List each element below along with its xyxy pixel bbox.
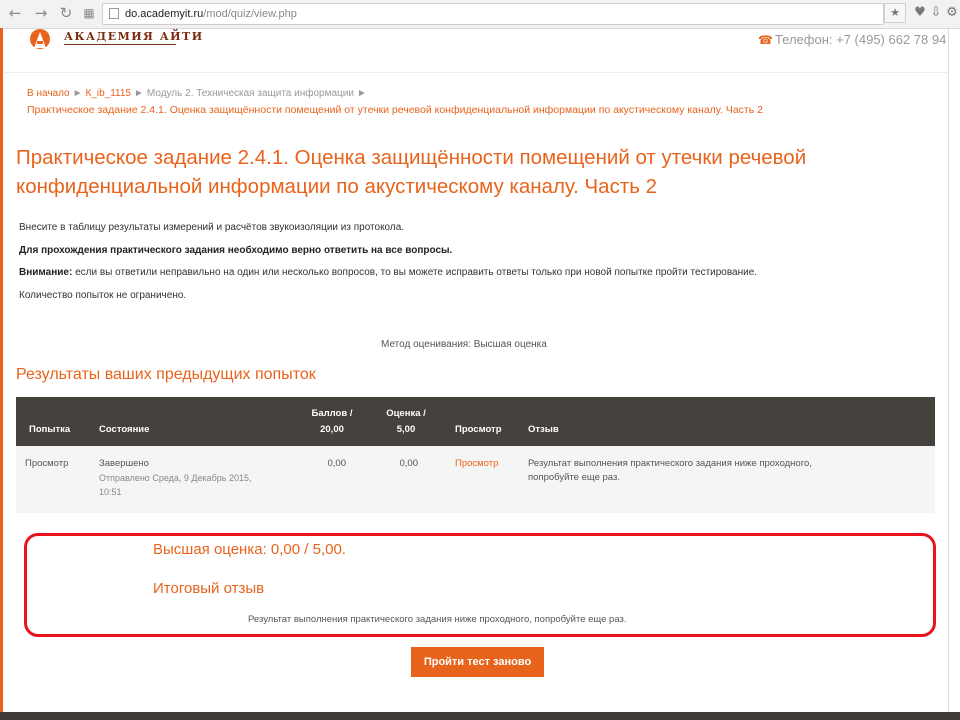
marks-header-line-2: 20,00 (320, 424, 344, 435)
back-arrow-icon[interactable]: ← (6, 4, 24, 22)
cell-attempt: Просмотр (25, 458, 69, 469)
academy-logo-text[interactable]: АКАДЕМИЯ АЙТИ (64, 30, 204, 43)
review-link[interactable]: Просмотр (455, 457, 498, 471)
column-header-state: Состояние (99, 424, 150, 435)
heart-icon[interactable]: ♥ (912, 5, 928, 21)
logo-underline (64, 44, 176, 45)
right-border (948, 28, 949, 720)
apps-grid-icon[interactable]: ▦ (80, 4, 98, 22)
breadcrumb-course[interactable]: К_ib_1115 (86, 88, 132, 99)
breadcrumb-separator: ► (72, 88, 83, 99)
warning-text: если вы ответили неправильно на один или… (72, 267, 758, 278)
left-accent-border (0, 28, 3, 720)
column-header-feedback: Отзыв (528, 424, 559, 435)
cell-feedback: Результат выполнения практического задан… (528, 457, 868, 485)
feedback-line-2: попробуйте еще раз. (528, 472, 620, 483)
column-header-attempt: Попытка (29, 424, 71, 435)
phone-text: Телефон: +7 (495) 662 78 94 (774, 32, 947, 47)
grade-header-line-1: Оценка / (386, 408, 426, 419)
page-title-line-1: Практическое задание 2.4.1. Оценка защищ… (16, 146, 807, 169)
page-icon (109, 8, 119, 19)
column-header-marks: Баллов / 20,00 (302, 406, 362, 438)
intro-warning: Внимание: если вы ответили неправильно н… (19, 267, 757, 278)
results-heading: Результаты ваших предыдущих попыток (16, 366, 316, 383)
bookmark-star-icon[interactable]: ★ (884, 3, 906, 23)
attempts-table: Попытка Состояние Баллов / 20,00 Оценка /… (16, 397, 935, 513)
phone-contact: ☎ Телефон: +7 (495) 662 78 94 (758, 32, 946, 47)
cell-submitted: Отправлено Среда, 9 Декабрь 2015, 10:51 (99, 471, 252, 499)
submitted-line-2: 10:51 (99, 487, 122, 497)
page-title: Практическое задание 2.4.1. Оценка защищ… (16, 143, 936, 201)
grading-method: Метод оценивания: Высшая оценка (381, 339, 547, 350)
column-header-grade: Оценка / 5,00 (376, 406, 436, 438)
url-path: /mod/quiz/view.php (203, 8, 297, 20)
url-host: do.academyit.ru (125, 8, 204, 20)
breadcrumb-module[interactable]: Модуль 2. Техническая защита информации (147, 88, 354, 99)
breadcrumb-current[interactable]: Практическое задание 2.4.1. Оценка защищ… (27, 104, 763, 116)
page-title-line-2: конфиденциальной информации по акустичес… (16, 175, 657, 198)
address-url: do.academyit.ru/mod/quiz/view.php (125, 4, 297, 24)
overall-feedback-title: Итоговый отзыв (153, 580, 265, 597)
overall-feedback-text: Результат выполнения практического задан… (248, 614, 627, 625)
browser-toolbar: ← → ↻ ▦ do.academyit.ru/mod/quiz/view.ph… (0, 0, 960, 29)
breadcrumb: В начало ► К_ib_1115 ► Модуль 2. Техническая… (27, 88, 370, 99)
intro-requirement: Для прохождения практического задания не… (19, 245, 453, 256)
table-row: Просмотр Завершено Отправлено Среда, 9 Д… (16, 446, 935, 513)
retry-quiz-button[interactable]: Пройти тест заново (411, 647, 544, 677)
warning-label: Внимание: (19, 267, 73, 278)
phone-icon: ☎ (758, 33, 773, 47)
breadcrumb-separator: ► (356, 88, 367, 99)
intro-instruction: Внесите в таблицу результаты измерений и… (19, 222, 405, 233)
forward-arrow-icon[interactable]: → (32, 4, 50, 22)
intro-attempts: Количество попыток не ограничено. (19, 290, 187, 301)
cell-marks: 0,00 (327, 458, 347, 469)
reload-icon[interactable]: ↻ (57, 4, 75, 22)
download-icon[interactable]: ⇩ (928, 5, 944, 21)
settings-icon[interactable]: ⚙ (944, 5, 960, 21)
cell-grade: 0,00 (399, 458, 419, 469)
grade-header-line-2: 5,00 (396, 424, 416, 435)
table-header: Попытка Состояние Баллов / 20,00 Оценка /… (16, 397, 935, 446)
feedback-line-1: Результат выполнения практического задан… (528, 458, 812, 469)
cell-state: Завершено (99, 458, 149, 469)
footer-bar (0, 712, 960, 720)
breadcrumb-home[interactable]: В начало (27, 88, 70, 99)
header-divider (4, 72, 948, 73)
submitted-line-1: Отправлено Среда, 9 Декабрь 2015, (99, 473, 252, 483)
column-header-review: Просмотр (455, 424, 502, 435)
marks-header-line-1: Баллов / (311, 408, 353, 419)
best-grade: Высшая оценка: 0,00 / 5,00. (153, 541, 346, 558)
breadcrumb-separator: ► (134, 88, 144, 99)
academy-logo-icon[interactable] (26, 28, 54, 50)
address-bar[interactable]: do.academyit.ru/mod/quiz/view.php (102, 3, 884, 25)
